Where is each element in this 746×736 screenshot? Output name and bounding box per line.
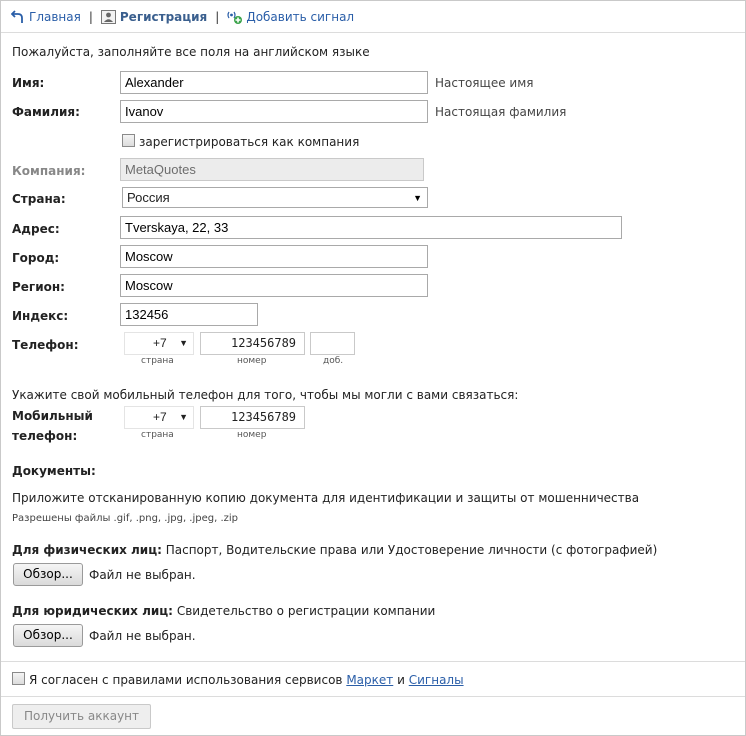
individual-file-status: Файл не выбран. <box>89 568 196 582</box>
first-name-hint: Настоящее имя <box>435 76 534 90</box>
chevron-down-icon: ▼ <box>179 412 188 422</box>
region-input[interactable]: Moscow <box>120 274 428 297</box>
individual-doc-desc: Паспорт, Водительские права или Удостове… <box>165 543 658 557</box>
country-select-value: Россия <box>127 190 170 205</box>
terms-agree-checkbox[interactable] <box>12 672 25 685</box>
last-name-hint: Настоящая фамилия <box>435 105 567 119</box>
country-select[interactable]: Россия ▼ <box>122 187 428 208</box>
market-link[interactable]: Маркет <box>346 673 393 687</box>
documents-title: Документы: <box>12 464 96 478</box>
legal-doc-desc: Свидетельство о регистрации компании <box>176 604 436 618</box>
nav-separator: | <box>215 9 220 24</box>
postcode-label: Индекс: <box>12 309 69 323</box>
mobile-intro: Укажите свой мобильный телефон для того,… <box>12 388 519 402</box>
city-input[interactable]: Moscow <box>120 245 428 268</box>
terms-agree-text: Я согласен с правилами использования сер… <box>29 673 464 687</box>
city-label: Город: <box>12 251 60 265</box>
signals-link[interactable]: Сигналы <box>409 673 464 687</box>
nav-home-link[interactable]: Главная <box>10 9 81 25</box>
postcode-input[interactable]: 132456 <box>120 303 258 326</box>
phone-country-code-value: +7 <box>153 336 167 350</box>
nav-add-signal-link[interactable]: Добавить сигнал <box>227 9 354 25</box>
form-intro: Пожалуйста, заполняйте все поля на англи… <box>12 45 370 59</box>
get-account-button[interactable]: Получить аккаунт <box>12 704 151 729</box>
back-arrow-icon <box>10 9 26 25</box>
company-input[interactable]: MetaQuotes <box>120 158 424 181</box>
divider <box>1 696 745 697</box>
mobile-country-sub: страна <box>141 430 174 440</box>
last-name-label: Фамилия: <box>12 105 80 119</box>
register-as-company-label: зарегистрироваться как компания <box>139 135 360 149</box>
signal-add-icon <box>227 9 243 25</box>
registration-form: Главная | Регистрация | Добавить сигнал … <box>0 0 746 736</box>
browse-legal-button[interactable]: Обзор... <box>13 624 83 647</box>
first-name-input[interactable]: Alexander <box>120 71 428 94</box>
phone-extension-input[interactable] <box>310 332 355 355</box>
mobile-label-line1: Мобильный <box>12 409 93 423</box>
country-label: Страна: <box>12 192 66 206</box>
company-label: Компания: <box>12 164 86 178</box>
terms-and: и <box>397 673 405 687</box>
legal-doc-line: Для юридических лиц: Свидетельство о рег… <box>12 604 435 618</box>
legal-doc-label: Для юридических лиц: <box>12 604 173 618</box>
chevron-down-icon: ▼ <box>179 338 188 348</box>
phone-ext-sub: доб. <box>323 356 344 366</box>
nav-register-item: Регистрация <box>101 9 207 25</box>
browse-individual-button[interactable]: Обзор... <box>13 563 83 586</box>
phone-number-input[interactable]: 123456789 <box>200 332 305 355</box>
register-as-company-checkbox[interactable] <box>122 134 135 147</box>
address-input[interactable]: Tverskaya, 22, 33 <box>120 216 622 239</box>
nav-separator: | <box>88 9 93 24</box>
individual-doc-line: Для физических лиц: Паспорт, Водительски… <box>12 543 657 557</box>
user-card-icon <box>101 9 117 25</box>
nav-add-signal-label: Добавить сигнал <box>246 9 355 24</box>
last-name-input[interactable]: Ivanov <box>120 100 428 123</box>
divider <box>1 661 745 662</box>
nav-home-label: Главная <box>29 9 81 24</box>
region-label: Регион: <box>12 280 65 294</box>
phone-number-sub: номер <box>237 356 267 366</box>
allowed-files-note: Разрешены файлы .gif, .png, .jpg, .jpeg,… <box>12 513 239 524</box>
phone-country-sub: страна <box>141 356 174 366</box>
mobile-label-line2: телефон: <box>12 429 78 443</box>
breadcrumb: Главная | Регистрация | Добавить сигнал <box>1 1 745 33</box>
chevron-down-icon: ▼ <box>413 193 422 203</box>
terms-agree-label: Я согласен с правилами использования сер… <box>29 673 343 687</box>
nav-register-label: Регистрация <box>119 9 208 24</box>
individual-doc-label: Для физических лиц: <box>12 543 162 557</box>
mobile-country-code-select[interactable]: +7 ▼ <box>124 406 194 429</box>
documents-desc: Приложите отсканированную копию документ… <box>12 491 640 505</box>
address-label: Адрес: <box>12 222 60 236</box>
mobile-country-code-value: +7 <box>153 410 167 424</box>
mobile-number-sub: номер <box>237 430 267 440</box>
first-name-label: Имя: <box>12 76 45 90</box>
mobile-number-input[interactable]: 123456789 <box>200 406 305 429</box>
phone-label: Телефон: <box>12 338 79 352</box>
phone-country-code-select[interactable]: +7 ▼ <box>124 332 194 355</box>
legal-file-status: Файл не выбран. <box>89 629 196 643</box>
